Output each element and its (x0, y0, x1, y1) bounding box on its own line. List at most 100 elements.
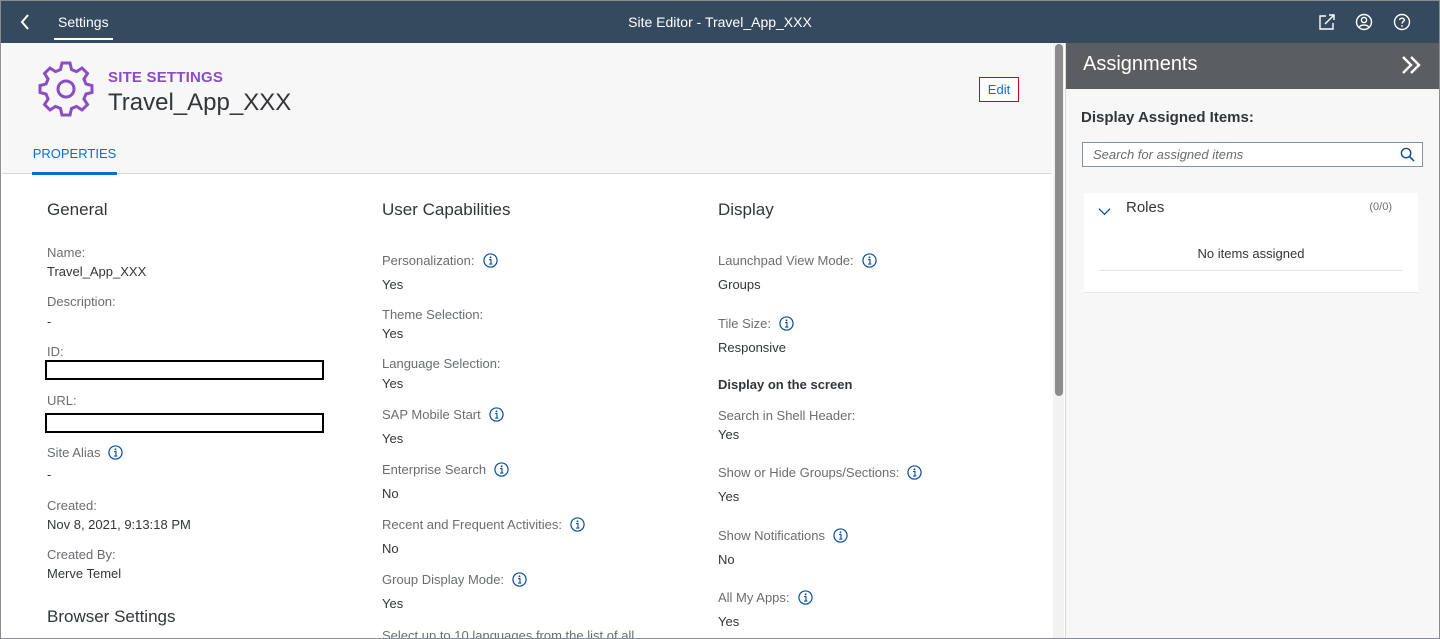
recent-activities-label: Recent and Frequent Activities: (382, 517, 585, 532)
url-value-redacted (45, 413, 324, 433)
created-by-value: Merve Temel (47, 566, 122, 581)
object-header: SITE SETTINGS Travel_App_XXX Edit PROPER… (2, 43, 1052, 175)
shell-bar: Settings Site Editor - Travel_App_XXX (1, 1, 1439, 43)
no-items-text: No items assigned (1197, 246, 1305, 261)
site-alias-label: Site Alias (47, 445, 124, 460)
roles-title[interactable]: Roles (1126, 199, 1164, 216)
launchpad-view-label: Launchpad View Mode: (718, 253, 877, 268)
notifications-value: No (718, 552, 735, 567)
description-label: Description: (47, 294, 116, 309)
language-selection-value: Yes (382, 376, 404, 391)
all-my-apps-text: All My Apps: (718, 590, 790, 605)
back-button[interactable] (13, 11, 37, 33)
search-icon[interactable] (1400, 147, 1415, 162)
mobile-start-label: SAP Mobile Start (382, 407, 504, 422)
shell-title: Site Editor - Travel_App_XXX (628, 14, 812, 30)
enterprise-search-text: Enterprise Search (382, 462, 487, 477)
display-assigned-label: Display Assigned Items: (1081, 109, 1254, 126)
id-value-redacted (45, 360, 324, 380)
theme-selection-label: Theme Selection: (382, 307, 484, 322)
help-button[interactable] (1392, 12, 1412, 32)
user-icon (1355, 13, 1373, 31)
mobile-start-value: Yes (382, 431, 404, 446)
info-icon[interactable] (108, 445, 124, 460)
assigned-search (1082, 142, 1423, 167)
site-settings-page: SITE SETTINGS Travel_App_XXX Edit PROPER… (2, 43, 1052, 639)
description-value: - (47, 314, 52, 329)
group-display-label: Group Display Mode: (382, 572, 527, 587)
info-icon[interactable] (512, 572, 527, 587)
all-my-apps-label: All My Apps: (718, 590, 813, 605)
info-icon[interactable] (833, 528, 848, 543)
assignments-header: Assignments (1066, 43, 1439, 89)
show-groups-value: Yes (718, 489, 740, 504)
chevron-left-icon (20, 14, 29, 30)
all-my-apps-value: Yes (718, 614, 740, 629)
launchpad-view-text: Launchpad View Mode: (718, 253, 854, 268)
chevron-down-icon[interactable] (1098, 205, 1111, 218)
recent-activities-text: Recent and Frequent Activities: (382, 517, 562, 532)
user-profile-button[interactable] (1354, 12, 1374, 32)
info-icon[interactable] (861, 253, 877, 268)
group-display-value: Yes (382, 596, 404, 611)
info-icon[interactable] (797, 590, 813, 605)
scrollbar-thumb[interactable] (1055, 44, 1063, 396)
info-icon[interactable] (570, 517, 585, 532)
display-title: Display (718, 200, 774, 219)
info-icon[interactable] (482, 253, 498, 268)
general-title: General (47, 200, 108, 219)
roles-group: Roles (0/0) No items assigned (1084, 193, 1418, 293)
enterprise-search-value: No (382, 486, 399, 501)
gear-icon (38, 61, 94, 117)
personalization-text: Personalization: (382, 253, 475, 268)
assignments-panel: Assignments Display Assigned Items: Role… (1065, 43, 1439, 638)
page-subtitle: SITE SETTINGS (108, 69, 224, 86)
search-shell-value: Yes (718, 427, 740, 442)
launchpad-view-value: Groups (718, 277, 761, 292)
personalization-label: Personalization: (382, 253, 498, 268)
recent-activities-value: No (382, 541, 399, 556)
show-groups-label: Show or Hide Groups/Sections: (718, 465, 923, 480)
assigned-search-input[interactable] (1083, 143, 1393, 166)
show-groups-text: Show or Hide Groups/Sections: (718, 465, 900, 480)
collapse-panel-button[interactable] (1400, 55, 1424, 77)
tab-properties[interactable]: PROPERTIES (32, 135, 117, 175)
help-icon (1393, 13, 1411, 31)
name-label: Name: (47, 245, 86, 260)
created-value: Nov 8, 2021, 9:13:18 PM (47, 517, 191, 532)
info-icon[interactable] (907, 465, 923, 480)
language-selection-label: Language Selection: (382, 356, 501, 371)
search-shell-label: Search in Shell Header: (718, 408, 856, 423)
user-capabilities-title: User Capabilities (382, 200, 511, 219)
info-icon[interactable] (779, 316, 794, 331)
created-label: Created: (47, 498, 97, 513)
notifications-text: Show Notifications (718, 528, 825, 543)
theme-selection-value: Yes (382, 326, 404, 341)
enterprise-search-label: Enterprise Search (382, 462, 509, 477)
tile-size-text: Tile Size: (718, 316, 771, 331)
page-title: Travel_App_XXX (108, 89, 292, 116)
share-icon (1319, 14, 1335, 30)
roles-count: (0/0) (1369, 201, 1392, 213)
created-by-label: Created By: (47, 547, 116, 562)
edit-button[interactable]: Edit (979, 77, 1019, 102)
mobile-start-text: SAP Mobile Start (382, 407, 481, 422)
share-button[interactable] (1317, 12, 1337, 32)
tab-settings[interactable]: Settings (54, 1, 113, 43)
notifications-label: Show Notifications (718, 528, 848, 543)
tile-size-label: Tile Size: (718, 316, 794, 331)
name-value: Travel_App_XXX (47, 264, 147, 279)
display-screen-title: Display on the screen (718, 377, 853, 392)
tile-size-value: Responsive (718, 340, 786, 355)
personalization-value: Yes (382, 277, 404, 292)
id-label: ID: (47, 344, 64, 359)
info-icon[interactable] (489, 407, 504, 422)
divider (1099, 270, 1403, 271)
group-display-text: Group Display Mode: (382, 572, 505, 587)
info-icon[interactable] (494, 462, 509, 477)
site-alias-text: Site Alias (47, 445, 101, 460)
assignments-title: Assignments (1083, 53, 1198, 75)
app-frame: Settings Site Editor - Travel_App_XXX SI… (0, 0, 1440, 639)
double-chevron-right-icon (1402, 56, 1421, 74)
languages-hint: Select up to 10 languages from the list … (382, 628, 635, 639)
